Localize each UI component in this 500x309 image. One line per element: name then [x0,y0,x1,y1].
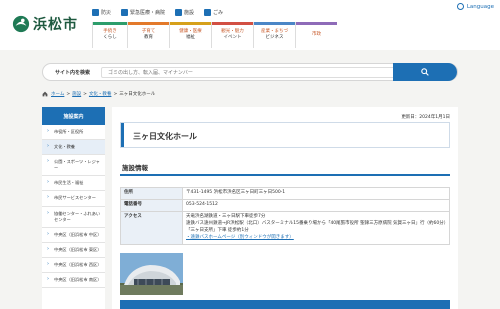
sidebar-item-minami[interactable]: 中央区（旧浜松市 南区） [42,273,105,289]
site-logo[interactable]: 浜松市 [12,13,78,35]
search-icon [421,68,429,76]
breadcrumb-link-facilities[interactable]: 施設 [72,91,81,97]
hospital-icon [121,8,129,16]
hamamatsu-logo-icon [12,15,30,33]
next-section-header [120,300,450,309]
site-header: 浜松市 防災 緊急医療・病院 施設 ごみ Language 手続き くらし 子育て… [0,0,500,50]
sidebar-item-koen[interactable]: 公園・スポーツ・レジャー [42,155,105,177]
topbar-label: ごみ [213,9,224,16]
title-accent-bar [121,123,124,147]
breadcrumb-separator: > [66,91,71,97]
topbar-item-bousai[interactable]: 防災 [92,8,112,16]
sidebar-title: 施設案内 [42,107,105,125]
nav-sublabel: くらし [103,35,117,40]
topbar-label: 防災 [101,9,112,16]
facility-photo [120,253,183,295]
site-search: サイト内を検索 [42,63,458,81]
breadcrumb: ホーム > 施設 > 文化・教養 > 三ヶ日文化ホール [42,91,155,97]
page-title-box: 三ヶ日文化ホール [120,122,450,148]
page-title: 三ヶ日文化ホール [133,132,197,141]
site-name: 浜松市 [33,17,78,33]
row-key: アクセス [120,210,183,245]
search-button[interactable] [393,63,457,81]
section-title: 施設情報 [122,164,148,172]
breadcrumb-current: 三ヶ日文化ホール [119,92,156,97]
row-value: 〒431-1495 浜松市浜名区三ヶ日町三ヶ日500-1 [182,187,450,200]
nav-item-kurashi[interactable]: 手続き くらし [92,22,127,48]
access-bus: 遠鉄バス遠州鉄道→JR浜松駅（北口）バスターミナル15番乗り場から「40尾張市役… [186,220,447,233]
sidebar-item-higashi[interactable]: 中央区（旧浜松市 東区） [42,243,105,258]
topbar-label: 緊急医療・病院 [130,9,166,16]
table-row: 住所 〒431-1495 浜松市浜名区三ヶ日町三ヶ日500-1 [120,187,450,200]
utility-bar: 防災 緊急医療・病院 施設 ごみ Language [92,3,500,21]
nav-item-kenko[interactable]: 健康・医療 福祉 [169,22,211,48]
sidebar-item-naka[interactable]: 中央区（旧浜松市 中区） [42,228,105,243]
table-row: 電話番号 053-524-1512 [120,198,450,212]
nav-item-shisei[interactable]: 市政 [295,22,337,48]
nav-sublabel: イベント [223,35,242,40]
bousai-icon [92,8,99,16]
topbar-item-gomi[interactable]: ごみ [204,8,224,16]
facility-info-table: 住所 〒431-1495 浜松市浜名区三ヶ日町三ヶ日500-1 電話番号 053… [120,187,450,245]
sidebar-item-service-center[interactable]: 市民サービスセンター [42,191,105,207]
nav-sublabel: 福祉 [186,35,195,40]
bus-website-link[interactable]: ・遠鉄バスホームページ（別ウィンドウが開きます） [186,235,446,242]
nav-item-kanko[interactable]: 観光・魅力 イベント [211,22,253,48]
row-key: 電話番号 [120,198,183,212]
hall-building-image [120,253,183,295]
breadcrumb-link-culture[interactable]: 文化・教養 [89,91,112,97]
breadcrumb-separator: > [83,91,87,97]
home-icon [42,91,48,97]
building-icon [175,8,183,16]
page-root: 浜松市 防災 緊急医療・病院 施設 ごみ Language 手続き くらし 子育て… [0,0,500,309]
nav-sublabel: ビジネス [265,35,284,40]
breadcrumb-link-home[interactable]: ホーム [51,91,64,97]
row-value: 053-524-1512 [182,198,450,212]
row-value-access: 天竜浜名湖鉄道・三ヶ日駅下車徒歩7分 遠鉄バス遠州鉄道→JR浜松駅（北口）バスタ… [182,210,450,245]
search-label: サイト内を検索 [55,70,91,76]
trash-icon [204,8,212,16]
section-divider [120,174,450,176]
nav-item-sangyo[interactable]: 産業・まちづ ビジネス [253,22,295,48]
nav-item-kosodate[interactable]: 子育て 教育 [127,22,169,48]
topbar-item-facility[interactable]: 施設 [175,8,195,16]
sidebar-item-shiyakusho[interactable]: 市役所・区役所 [42,125,105,141]
topbar-label: 施設 [184,9,195,16]
row-key: 住所 [120,187,183,200]
language-link[interactable]: Language [456,3,494,10]
nav-sublabel: 教育 [144,35,153,40]
sidebar-item-bunka[interactable]: 文化・教養 [42,140,105,156]
updated-date: 更新日：2024年1月1日 [401,115,450,120]
language-label: Language [466,3,494,10]
main-content: 更新日：2024年1月1日 三ヶ日文化ホール 施設情報 住所 〒431-1495… [112,107,458,309]
nav-label: 市政 [312,31,321,37]
sidebar-item-kyodo[interactable]: 協働センター・ふれあいセンター [42,207,105,228]
access-train: 天竜浜名湖鉄道・三ヶ日駅下車徒歩7分 [186,213,266,219]
sidebar-item-shimin[interactable]: 市民生活・福祉 [42,176,105,192]
globe-icon [456,3,464,10]
topbar-item-emergency[interactable]: 緊急医療・病院 [121,8,166,16]
sidebar: 施設案内 市役所・区役所 文化・教養 公園・スポーツ・レジャー 市民生活・福祉 … [42,107,105,309]
sidebar-item-nishi[interactable]: 中央区（旧浜松市 西区） [42,258,105,274]
breadcrumb-separator: > [113,91,118,97]
table-row: アクセス 天竜浜名湖鉄道・三ヶ日駅下車徒歩7分 遠鉄バス遠州鉄道→JR浜松駅（北… [120,210,450,245]
search-input[interactable] [101,67,431,78]
global-nav: 手続き くらし 子育て 教育 健康・医療 福祉 観光・魅力 イベント 産業・まちづ ビジネ… [92,22,406,48]
search-band: サイト内を検索 [0,50,500,86]
